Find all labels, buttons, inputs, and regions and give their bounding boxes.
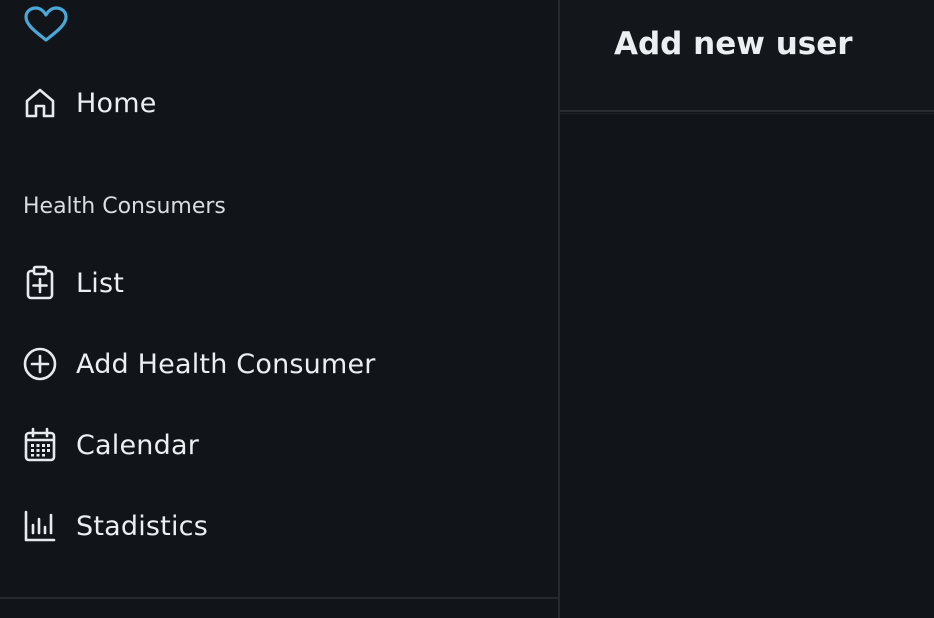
main-body [560, 113, 934, 618]
page-title: Add new user [614, 26, 853, 62]
sidebar-item-label: Stadistics [76, 510, 208, 542]
sidebar-item-calendar[interactable]: Calendar [22, 425, 199, 465]
sidebar-divider [0, 597, 558, 599]
main-content: Add new user [560, 0, 934, 618]
home-icon [22, 85, 58, 121]
plus-circle-icon [22, 346, 58, 382]
heart-icon[interactable] [22, 6, 70, 46]
sidebar-item-stadistics[interactable]: Stadistics [22, 506, 208, 546]
app-window: Home Health Consumers List Add Health Co… [0, 0, 934, 618]
sidebar-item-list[interactable]: List [22, 263, 124, 303]
calendar-icon [22, 427, 58, 463]
bar-chart-icon [22, 508, 58, 544]
sidebar-item-label: Add Health Consumer [76, 348, 376, 380]
sidebar-item-home[interactable]: Home [22, 83, 157, 123]
main-header: Add new user [560, 0, 934, 112]
section-heading: Health Consumers [23, 194, 226, 219]
sidebar-item-add-health-consumer[interactable]: Add Health Consumer [22, 344, 376, 384]
sidebar-item-label: Home [76, 87, 157, 119]
sidebar: Home Health Consumers List Add Health Co… [0, 0, 560, 618]
clipboard-plus-icon [22, 265, 58, 301]
sidebar-item-label: Calendar [76, 429, 200, 461]
sidebar-item-label: List [76, 267, 124, 299]
